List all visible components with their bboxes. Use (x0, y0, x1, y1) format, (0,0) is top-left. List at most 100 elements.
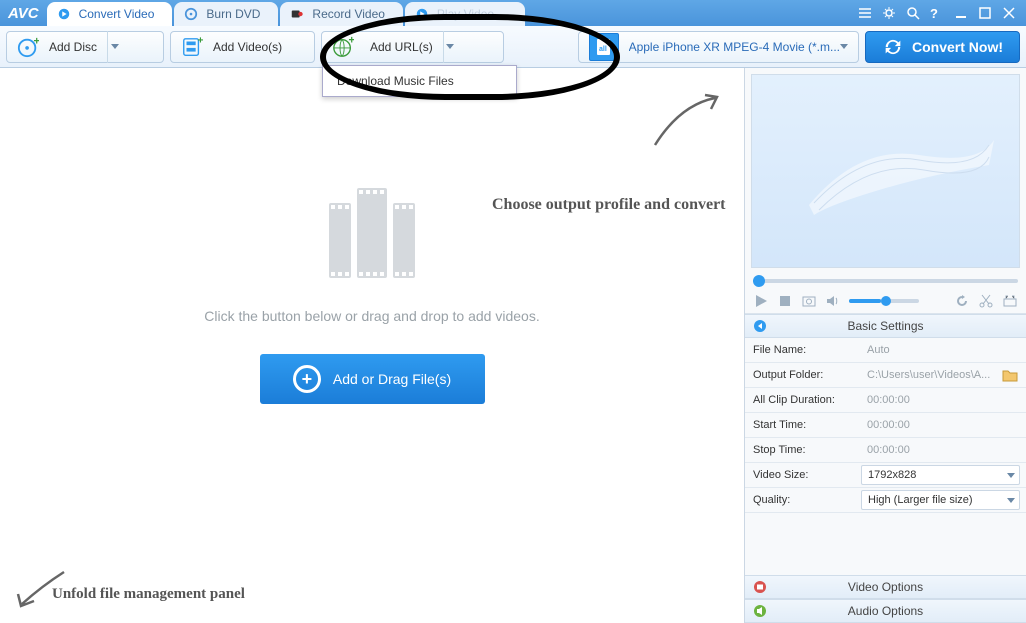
button-label: Convert Now! (912, 39, 1003, 55)
minimize-icon[interactable] (954, 6, 968, 20)
filmroll-icon (799, 135, 999, 225)
setting-row-start-time: Start Time: 00:00:00 (745, 413, 1026, 438)
right-panel: Basic Settings File Name: Auto Output Fo… (744, 68, 1026, 623)
video-options-header[interactable]: Video Options (745, 575, 1026, 599)
button-label: Add URL(s) (370, 40, 433, 54)
add-urls-dropdown[interactable] (443, 31, 457, 63)
setting-row-output-folder: Output Folder: C:\Users\user\Videos\A... (745, 363, 1026, 388)
tab-burn-dvd[interactable]: Burn DVD (174, 2, 278, 26)
svg-text:+: + (34, 36, 40, 47)
dvd-icon (184, 7, 198, 21)
play-icon[interactable] (753, 293, 769, 309)
preview-pane (751, 74, 1020, 268)
svg-text:+: + (349, 36, 355, 46)
svg-text:all: all (599, 46, 607, 53)
tab-play-video[interactable]: Play Video (405, 2, 525, 26)
button-label: Add Disc (49, 40, 97, 54)
tab-label: Convert Video (79, 7, 155, 21)
quality-select[interactable]: High (Larger file size) (861, 490, 1020, 510)
video-size-select[interactable]: 1792x828 (861, 465, 1020, 485)
drop-hint-text: Click the button below or drag and drop … (204, 308, 539, 324)
window-controls: ? (858, 6, 1026, 26)
add-urls-button[interactable]: + Add URL(s) Download Music Files (321, 31, 504, 63)
app-logo: AVC (8, 5, 39, 22)
convert-icon (57, 7, 71, 21)
setting-label: Stop Time: (745, 444, 861, 456)
seek-slider[interactable] (745, 274, 1026, 288)
add-or-drag-files-button[interactable]: + Add or Drag File(s) (260, 354, 485, 404)
chevron-down-icon (1007, 473, 1015, 478)
profile-label: Apple iPhone XR MPEG-4 Movie (*.m... (629, 40, 840, 54)
button-label: Add or Drag File(s) (333, 371, 451, 387)
refresh-icon (882, 36, 904, 58)
stop-time-value[interactable]: 00:00:00 (861, 444, 1026, 456)
film-icon: + (181, 36, 203, 58)
maximize-icon[interactable] (978, 6, 992, 20)
chevron-down-icon (840, 44, 848, 49)
setting-row-stop-time: Stop Time: 00:00:00 (745, 438, 1026, 463)
film-placeholder-icon (322, 188, 422, 278)
section-title: Audio Options (848, 604, 923, 618)
setting-label: File Name: (745, 344, 861, 356)
chevron-down-icon (1007, 498, 1015, 503)
toolbar: + Add Disc + Add Video(s) + Add URL(s) D… (0, 26, 1026, 68)
setting-label: Start Time: (745, 419, 861, 431)
setting-row-duration: All Clip Duration: 00:00:00 (745, 388, 1026, 413)
setting-label: Video Size: (745, 469, 861, 481)
output-folder-value[interactable]: C:\Users\user\Videos\A... (861, 368, 1026, 382)
plus-icon: + (293, 365, 321, 393)
tab-label: Play Video (437, 7, 494, 21)
menu-icon[interactable] (858, 6, 872, 20)
basic-settings-table: File Name: Auto Output Folder: C:\Users\… (745, 338, 1026, 513)
download-music-item[interactable]: Download Music Files (323, 66, 516, 96)
volume-icon[interactable] (825, 293, 841, 309)
add-disc-button[interactable]: + Add Disc (6, 31, 164, 63)
tab-label: Burn DVD (206, 7, 260, 21)
svg-text:+: + (198, 36, 204, 46)
section-title: Basic Settings (847, 319, 923, 333)
preview-controls (745, 288, 1026, 314)
disc-icon: + (17, 36, 39, 58)
close-icon[interactable] (1002, 6, 1016, 20)
start-time-value[interactable]: 00:00:00 (861, 419, 1026, 431)
play-tab-icon (415, 7, 429, 21)
help-icon[interactable]: ? (930, 6, 944, 20)
tab-convert-video[interactable]: Convert Video (47, 2, 173, 26)
volume-slider[interactable] (849, 299, 919, 303)
effects-icon[interactable] (1002, 293, 1018, 309)
globe-icon: + (332, 36, 354, 58)
section-title: Video Options (848, 580, 923, 594)
duration-value: 00:00:00 (861, 394, 1026, 406)
convert-now-button[interactable]: Convert Now! (865, 31, 1020, 63)
main-area: Click the button below or drag and drop … (0, 68, 1026, 623)
video-options-icon (753, 580, 767, 594)
cut-icon[interactable] (978, 293, 994, 309)
tab-record-video[interactable]: Record Video (280, 2, 403, 26)
setting-label: Quality: (745, 494, 861, 506)
gear-icon[interactable] (882, 6, 896, 20)
setting-label: All Clip Duration: (745, 394, 861, 406)
audio-options-header[interactable]: Audio Options (745, 599, 1026, 623)
settings-toggle-icon (753, 319, 767, 333)
profile-format-icon: all (589, 33, 619, 61)
button-label: Add Video(s) (213, 40, 282, 54)
record-icon (290, 7, 304, 21)
add-videos-button[interactable]: + Add Video(s) (170, 31, 315, 63)
stop-icon[interactable] (777, 293, 793, 309)
output-profile-selector[interactable]: all Apple iPhone XR MPEG-4 Movie (*.m... (578, 31, 859, 63)
setting-label: Output Folder: (745, 369, 861, 381)
browse-folder-icon[interactable] (1002, 368, 1018, 382)
snapshot-icon[interactable] (801, 293, 817, 309)
rotate-icon[interactable] (954, 293, 970, 309)
add-disc-dropdown[interactable] (107, 31, 121, 63)
filename-value[interactable]: Auto (861, 344, 1026, 356)
search-icon[interactable] (906, 6, 920, 20)
add-urls-menu: Download Music Files (322, 65, 517, 97)
file-drop-area[interactable]: Click the button below or drag and drop … (0, 68, 744, 623)
setting-row-filename: File Name: Auto (745, 338, 1026, 363)
tab-label: Record Video (312, 7, 385, 21)
chevron-down-icon (446, 44, 454, 49)
setting-row-quality: Quality: High (Larger file size) (745, 488, 1026, 513)
chevron-down-icon (111, 44, 119, 49)
basic-settings-header[interactable]: Basic Settings (745, 314, 1026, 338)
